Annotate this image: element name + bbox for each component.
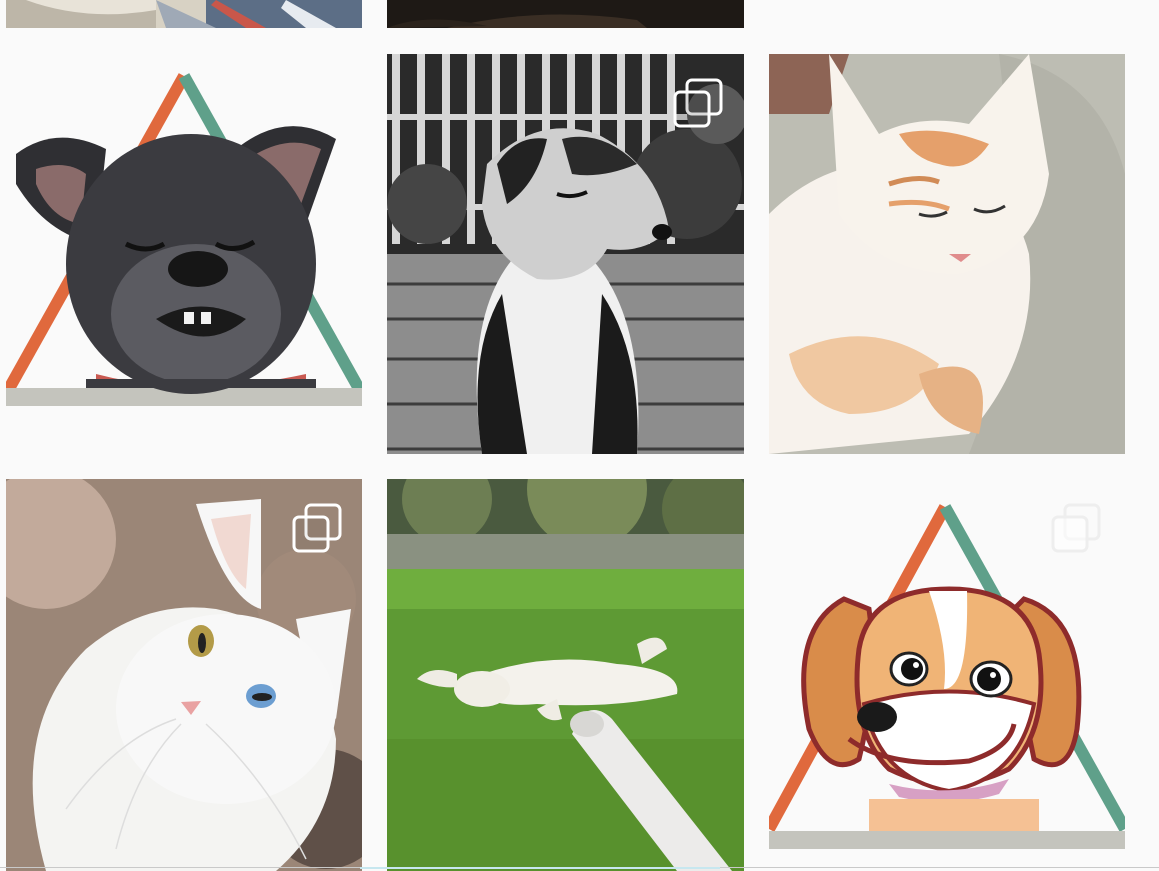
scroll-divider-accent bbox=[360, 867, 720, 869]
post-image bbox=[769, 54, 1125, 454]
post-tile[interactable] bbox=[387, 0, 744, 28]
post-tile[interactable] bbox=[769, 54, 1125, 454]
post-tile[interactable] bbox=[6, 479, 362, 871]
post-tile[interactable] bbox=[769, 479, 1125, 871]
post-tile[interactable] bbox=[6, 0, 362, 28]
multiple-photos-icon bbox=[1051, 503, 1101, 553]
post-grid bbox=[0, 0, 1159, 871]
post-image bbox=[6, 54, 362, 454]
post-image bbox=[6, 0, 362, 28]
post-image bbox=[387, 0, 744, 28]
post-tile[interactable] bbox=[6, 54, 362, 454]
post-tile[interactable] bbox=[387, 479, 744, 871]
post-image bbox=[387, 479, 744, 871]
multiple-photos-icon bbox=[292, 503, 342, 553]
post-tile[interactable] bbox=[387, 54, 744, 454]
multiple-photos-icon bbox=[673, 78, 723, 128]
